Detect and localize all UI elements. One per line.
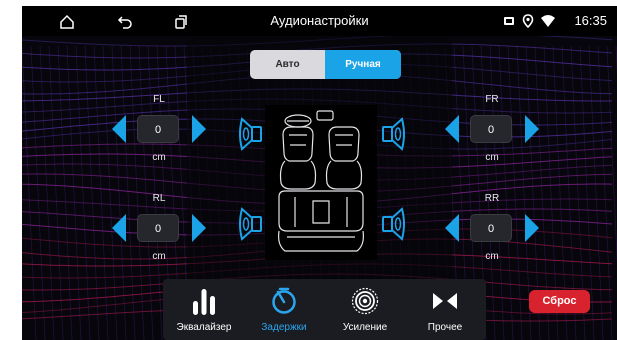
delay-value[interactable]: 0 (137, 115, 179, 143)
speaker-rr-icon (382, 207, 405, 241)
delay-value[interactable]: 0 (137, 214, 179, 242)
increase-arrow-icon[interactable] (191, 213, 207, 243)
speaker-fl-icon (239, 117, 262, 151)
nav-label: Задержки (261, 322, 307, 333)
location-icon (522, 14, 534, 28)
sim-card-icon (504, 17, 514, 25)
status-bar: Аудионастройки 16:35 (22, 6, 617, 36)
decrease-arrow-icon[interactable] (111, 213, 127, 243)
speaker-fr-icon (382, 117, 405, 151)
unit-label: cm (152, 251, 166, 262)
mode-manual-button[interactable]: Ручная (325, 50, 401, 79)
bowtie-icon (433, 293, 457, 309)
channel-fl: FL 0 cm (111, 94, 207, 174)
decrease-arrow-icon[interactable] (444, 114, 460, 144)
nav-delays[interactable]: Задержки (244, 279, 324, 340)
nav-label: Эквалайзер (176, 322, 232, 333)
delay-value[interactable]: 0 (470, 214, 512, 242)
channel-rr: RR 0 cm (444, 193, 540, 273)
nav-other[interactable]: Прочее (405, 279, 485, 340)
nav-label: Прочее (427, 322, 463, 333)
reset-button[interactable]: Сброс (529, 290, 590, 313)
decrease-arrow-icon[interactable] (111, 114, 127, 144)
channel-label: RR (484, 193, 500, 204)
channel-label: RL (152, 193, 166, 204)
increase-arrow-icon[interactable] (524, 213, 540, 243)
speaker-rl-icon (239, 207, 262, 241)
nav-equalizer[interactable]: Эквалайзер (164, 279, 244, 340)
increase-arrow-icon[interactable] (524, 114, 540, 144)
audio-settings-screen: Аудионастройки 16:35 Авто Ручная FL 0 cm… (22, 6, 617, 340)
wifi-icon (541, 15, 555, 27)
mode-toggle: Авто Ручная (250, 50, 401, 79)
bottom-nav: Эквалайзер Задержки Усиление Прочее (163, 279, 486, 340)
unit-label: cm (485, 251, 499, 262)
delay-value[interactable]: 0 (470, 115, 512, 143)
car-interior-diagram (265, 105, 377, 260)
channel-label: FR (485, 94, 499, 105)
mode-auto-button[interactable]: Авто (250, 50, 325, 79)
clock: 16:35 (574, 13, 607, 28)
increase-arrow-icon[interactable] (191, 114, 207, 144)
unit-label: cm (152, 152, 166, 163)
channel-fr: FR 0 cm (444, 94, 540, 174)
timer-icon (272, 287, 296, 314)
nav-gain[interactable]: Усиление (325, 279, 405, 340)
amplifier-icon (351, 287, 379, 315)
nav-label: Усиление (342, 322, 388, 333)
unit-label: cm (485, 152, 499, 163)
channel-label: FL (153, 94, 165, 105)
equalizer-icon (193, 289, 215, 315)
decrease-arrow-icon[interactable] (444, 213, 460, 243)
channel-rl: RL 0 cm (111, 193, 207, 273)
